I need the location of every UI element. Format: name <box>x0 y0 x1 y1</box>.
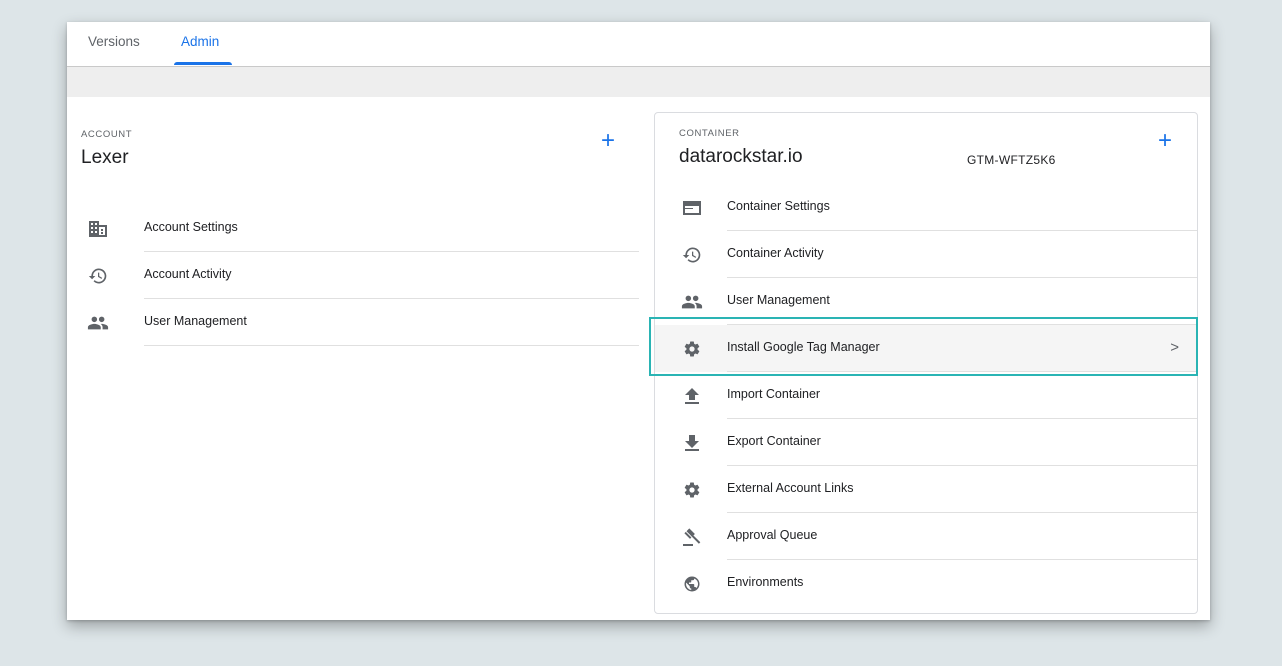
add-account-button[interactable]: + <box>601 129 615 153</box>
account-activity-item[interactable]: Account Activity <box>87 252 639 299</box>
item-label: External Account Links <box>727 481 854 495</box>
import-container-item[interactable]: Import Container <box>655 372 1197 419</box>
chevron-right-icon: > <box>1170 339 1179 356</box>
history-icon <box>681 244 703 266</box>
item-label: Import Container <box>727 387 821 401</box>
people-icon <box>681 291 703 313</box>
approval-queue-item[interactable]: Approval Queue <box>655 513 1197 560</box>
tab-admin[interactable]: Admin <box>181 34 219 49</box>
building-icon <box>87 218 109 240</box>
admin-window: Versions Admin ACCOUNT Lexer + Account S… <box>67 22 1210 620</box>
container-user-management-item[interactable]: User Management <box>655 278 1197 325</box>
container-activity-item[interactable]: Container Activity <box>655 231 1197 278</box>
export-container-item[interactable]: Export Container <box>655 419 1197 466</box>
active-tab-indicator <box>174 62 232 65</box>
item-label: User Management <box>144 314 247 328</box>
gavel-icon <box>681 526 703 548</box>
container-settings-item[interactable]: Container Settings <box>655 184 1197 231</box>
tab-bar: Versions Admin <box>67 22 1210 67</box>
container-id: GTM-WFTZ5K6 <box>967 153 1056 167</box>
account-user-management-item[interactable]: User Management <box>87 299 639 346</box>
item-label: Environments <box>727 575 804 589</box>
container-card: CONTAINER datarockstar.io GTM-WFTZ5K6 + … <box>654 112 1198 614</box>
item-label: Approval Queue <box>727 528 818 542</box>
gear-icon <box>681 338 703 360</box>
add-container-button[interactable]: + <box>1158 129 1172 153</box>
external-account-links-item[interactable]: External Account Links <box>655 466 1197 513</box>
item-label: Account Settings <box>144 220 238 234</box>
window-icon <box>681 197 703 219</box>
toolbar-strip <box>67 67 1210 97</box>
gear-icon <box>681 479 703 501</box>
install-gtm-item[interactable]: Install Google Tag Manager > <box>655 325 1197 372</box>
upload-icon <box>681 385 703 407</box>
item-label: Container Activity <box>727 246 824 260</box>
download-icon <box>681 432 703 454</box>
container-name: datarockstar.io <box>679 146 803 167</box>
people-icon <box>87 312 109 334</box>
account-name: Lexer <box>81 147 129 168</box>
environments-item[interactable]: Environments <box>655 560 1197 607</box>
item-label: Install Google Tag Manager <box>727 340 880 354</box>
divider <box>144 345 639 346</box>
history-icon <box>87 265 109 287</box>
container-section-label: CONTAINER <box>679 128 740 139</box>
item-label: Export Container <box>727 434 821 448</box>
account-settings-item[interactable]: Account Settings <box>87 205 639 252</box>
account-section-label: ACCOUNT <box>81 129 133 140</box>
tab-versions[interactable]: Versions <box>88 34 140 49</box>
account-column: ACCOUNT Lexer + Account Settings Account… <box>67 97 647 497</box>
globe-icon <box>681 573 703 595</box>
item-label: Account Activity <box>144 267 232 281</box>
item-label: User Management <box>727 293 830 307</box>
item-label: Container Settings <box>727 199 830 213</box>
